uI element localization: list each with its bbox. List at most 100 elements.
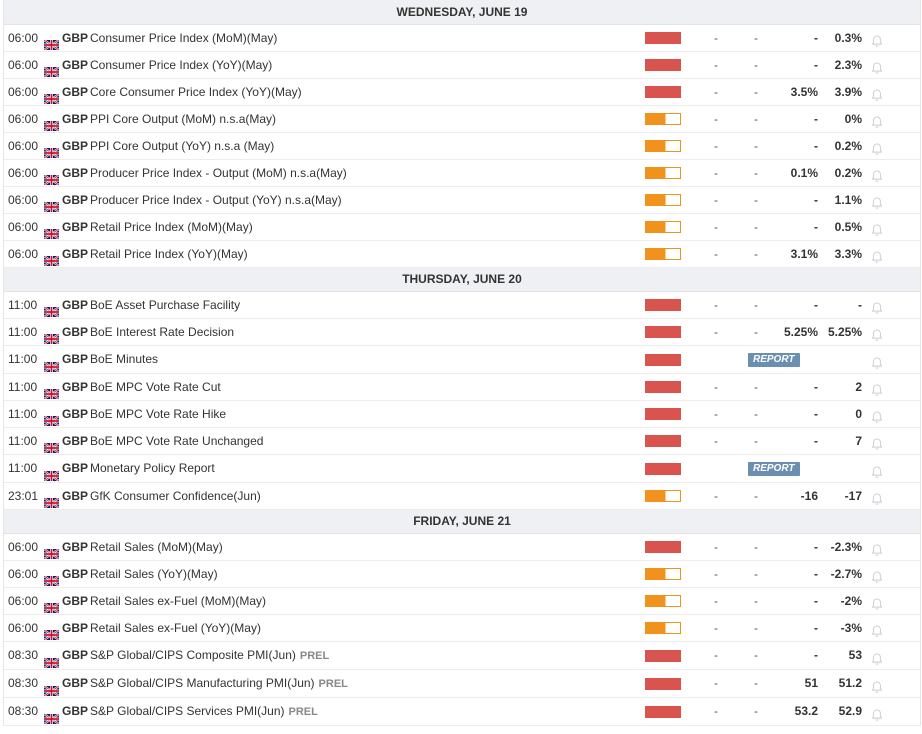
event-row[interactable]: 06:00 GBP Consumer Price Index (MoM)(May) -… bbox=[4, 25, 920, 52]
event-name[interactable]: BoE Asset Purchase Facility bbox=[90, 292, 240, 318]
event-name[interactable]: S&P Global/CIPS Manufacturing PMI(Jun) PR… bbox=[90, 670, 348, 698]
event-name-text[interactable]: BoE Interest Rate Decision bbox=[90, 325, 234, 339]
event-name[interactable]: BoE MPC Vote Rate Cut bbox=[90, 374, 221, 400]
event-name-text[interactable]: Retail Sales (MoM)(May) bbox=[90, 540, 223, 554]
event-name[interactable]: Producer Price Index - Output (MoM) n.s.… bbox=[90, 160, 347, 186]
event-name[interactable]: Core Consumer Price Index (YoY)(May) bbox=[90, 79, 302, 105]
bell-icon[interactable] bbox=[870, 621, 884, 637]
report-badge[interactable]: REPORT bbox=[748, 353, 800, 367]
event-name[interactable]: Retail Sales (YoY)(May) bbox=[90, 561, 218, 587]
event-row[interactable]: 08:30 GBP S&P Global/CIPS Manufacturing PM… bbox=[4, 670, 920, 698]
bell-icon[interactable] bbox=[870, 112, 884, 128]
event-name-text[interactable]: Retail Sales ex-Fuel (YoY)(May) bbox=[90, 621, 261, 635]
event-row[interactable]: 23:01 GBP GfK Consumer Confidence(Jun) - - -1… bbox=[4, 483, 920, 510]
event-name[interactable]: Monetary Policy Report bbox=[90, 455, 215, 482]
bell-icon[interactable] bbox=[870, 58, 884, 74]
bell-icon[interactable] bbox=[870, 298, 884, 314]
event-row[interactable]: 06:00 GBP Core Consumer Price Index (YoY)(… bbox=[4, 79, 920, 106]
event-name-text[interactable]: BoE Asset Purchase Facility bbox=[90, 298, 240, 312]
event-name-text[interactable]: Producer Price Index - Output (YoY) n.s.… bbox=[90, 193, 342, 207]
report-badge[interactable]: REPORT bbox=[748, 462, 800, 476]
bell-icon[interactable] bbox=[870, 166, 884, 182]
bell-icon[interactable] bbox=[870, 677, 884, 693]
event-row[interactable]: 06:00 GBP Retail Sales (YoY)(May) - - - -2.7% bbox=[4, 561, 920, 588]
event-name-text[interactable]: Retail Sales (YoY)(May) bbox=[90, 567, 218, 581]
event-name[interactable]: Producer Price Index - Output (YoY) n.s.… bbox=[90, 187, 342, 213]
event-name[interactable]: Retail Price Index (YoY)(May) bbox=[90, 241, 248, 267]
event-name[interactable]: Consumer Price Index (MoM)(May) bbox=[90, 25, 277, 51]
bell-icon[interactable] bbox=[870, 31, 884, 47]
event-name-text[interactable]: S&P Global/CIPS Composite PMI(Jun) bbox=[90, 648, 296, 662]
event-row[interactable]: 11:00 GBP BoE MPC Vote Rate Hike - - - 0 bbox=[4, 401, 920, 428]
event-row[interactable]: 06:00 GBP Retail Sales ex-Fuel (YoY)(May) -… bbox=[4, 615, 920, 642]
event-name[interactable]: Retail Sales (MoM)(May) bbox=[90, 534, 223, 560]
bell-icon[interactable] bbox=[870, 85, 884, 101]
event-row[interactable]: 11:00 GBP BoE MPC Vote Rate Cut - - - 2 bbox=[4, 374, 920, 401]
event-name-text[interactable]: BoE MPC Vote Rate Unchanged bbox=[90, 434, 263, 448]
event-row[interactable]: 06:00 GBP Retail Sales ex-Fuel (MoM)(May) -… bbox=[4, 588, 920, 615]
bell-icon[interactable] bbox=[870, 407, 884, 423]
event-name-text[interactable]: S&P Global/CIPS Services PMI(Jun) bbox=[90, 704, 285, 718]
event-name-text[interactable]: Retail Sales ex-Fuel (MoM)(May) bbox=[90, 594, 266, 608]
event-name[interactable]: BoE MPC Vote Rate Hike bbox=[90, 401, 226, 427]
bell-icon[interactable] bbox=[870, 220, 884, 236]
event-name-text[interactable]: BoE Minutes bbox=[90, 352, 158, 366]
event-row[interactable]: 08:30 GBP S&P Global/CIPS Services PMI(Jun… bbox=[4, 698, 920, 726]
bell-icon[interactable] bbox=[870, 434, 884, 450]
event-name-text[interactable]: Monetary Policy Report bbox=[90, 461, 215, 475]
event-name[interactable]: BoE Interest Rate Decision bbox=[90, 319, 234, 345]
event-row[interactable]: 11:00 GBP BoE Asset Purchase Facility - - - - bbox=[4, 292, 920, 319]
event-name-text[interactable]: Consumer Price Index (MoM)(May) bbox=[90, 31, 277, 45]
bell-icon[interactable] bbox=[870, 540, 884, 556]
event-name[interactable]: S&P Global/CIPS Composite PMI(Jun) PREL bbox=[90, 642, 329, 670]
event-row[interactable]: 06:00 GBP PPI Core Output (MoM) n.s.a(May)… bbox=[4, 106, 920, 133]
event-name-text[interactable]: Retail Price Index (MoM)(May) bbox=[90, 220, 253, 234]
event-name[interactable]: BoE Minutes bbox=[90, 346, 158, 373]
bell-icon[interactable] bbox=[870, 594, 884, 610]
bell-icon[interactable] bbox=[870, 649, 884, 665]
event-name[interactable]: PPI Core Output (YoY) n.s.a (May) bbox=[90, 133, 274, 159]
event-name[interactable]: Retail Price Index (MoM)(May) bbox=[90, 214, 253, 240]
uk-flag-icon bbox=[43, 707, 60, 725]
event-row[interactable]: 11:00 GBP BoE MPC Vote Rate Unchanged - - - 7 bbox=[4, 428, 920, 455]
event-row[interactable]: 06:00 GBP Retail Price Index (MoM)(May) - - -… bbox=[4, 214, 920, 241]
event-name[interactable]: PPI Core Output (MoM) n.s.a(May) bbox=[90, 106, 276, 132]
bell-icon[interactable] bbox=[870, 247, 884, 263]
bell-icon[interactable] bbox=[870, 489, 884, 505]
event-row[interactable]: 06:00 GBP PPI Core Output (YoY) n.s.a (May… bbox=[4, 133, 920, 160]
bell-icon[interactable] bbox=[870, 462, 884, 478]
bell-icon[interactable] bbox=[870, 193, 884, 209]
event-name[interactable]: S&P Global/CIPS Services PMI(Jun) PREL bbox=[90, 698, 318, 726]
event-row[interactable]: 08:30 GBP S&P Global/CIPS Composite PMI(Ju… bbox=[4, 642, 920, 670]
impact-medium-indicator bbox=[645, 248, 681, 260]
event-row[interactable]: 06:00 GBP Producer Price Index - Output (M… bbox=[4, 160, 920, 187]
event-name[interactable]: Retail Sales ex-Fuel (YoY)(May) bbox=[90, 615, 261, 641]
event-name[interactable]: Retail Sales ex-Fuel (MoM)(May) bbox=[90, 588, 266, 614]
bell-icon[interactable] bbox=[870, 325, 884, 341]
event-name[interactable]: GfK Consumer Confidence(Jun) bbox=[90, 483, 261, 509]
event-name-text[interactable]: GfK Consumer Confidence(Jun) bbox=[90, 489, 261, 503]
event-row[interactable]: 11:00 GBP BoE Minutes REPORT bbox=[4, 346, 920, 374]
event-name-text[interactable]: PPI Core Output (YoY) n.s.a (May) bbox=[90, 139, 274, 153]
bell-icon[interactable] bbox=[870, 353, 884, 369]
event-row[interactable]: 06:00 GBP Producer Price Index - Output (Y… bbox=[4, 187, 920, 214]
bell-icon[interactable] bbox=[870, 567, 884, 583]
event-row[interactable]: 11:00 GBP BoE Interest Rate Decision - - 5.25… bbox=[4, 319, 920, 346]
event-name[interactable]: Consumer Price Index (YoY)(May) bbox=[90, 52, 272, 78]
event-name-text[interactable]: Retail Price Index (YoY)(May) bbox=[90, 247, 248, 261]
event-row[interactable]: 06:00 GBP Retail Price Index (YoY)(May) - - 3… bbox=[4, 241, 920, 268]
event-name[interactable]: BoE MPC Vote Rate Unchanged bbox=[90, 428, 263, 454]
bell-icon[interactable] bbox=[870, 705, 884, 721]
event-name-text[interactable]: PPI Core Output (MoM) n.s.a(May) bbox=[90, 112, 276, 126]
event-name-text[interactable]: S&P Global/CIPS Manufacturing PMI(Jun) bbox=[90, 676, 315, 690]
event-row[interactable]: 06:00 GBP Consumer Price Index (YoY)(May) -… bbox=[4, 52, 920, 79]
event-name-text[interactable]: Core Consumer Price Index (YoY)(May) bbox=[90, 85, 302, 99]
event-row[interactable]: 11:00 GBP Monetary Policy Report REPORT bbox=[4, 455, 920, 483]
event-name-text[interactable]: BoE MPC Vote Rate Hike bbox=[90, 407, 226, 421]
event-name-text[interactable]: Consumer Price Index (YoY)(May) bbox=[90, 58, 272, 72]
event-row[interactable]: 06:00 GBP Retail Sales (MoM)(May) - - - -2.3% bbox=[4, 534, 920, 561]
event-name-text[interactable]: BoE MPC Vote Rate Cut bbox=[90, 380, 221, 394]
bell-icon[interactable] bbox=[870, 139, 884, 155]
event-name-text[interactable]: Producer Price Index - Output (MoM) n.s.… bbox=[90, 166, 347, 180]
bell-icon[interactable] bbox=[870, 380, 884, 396]
